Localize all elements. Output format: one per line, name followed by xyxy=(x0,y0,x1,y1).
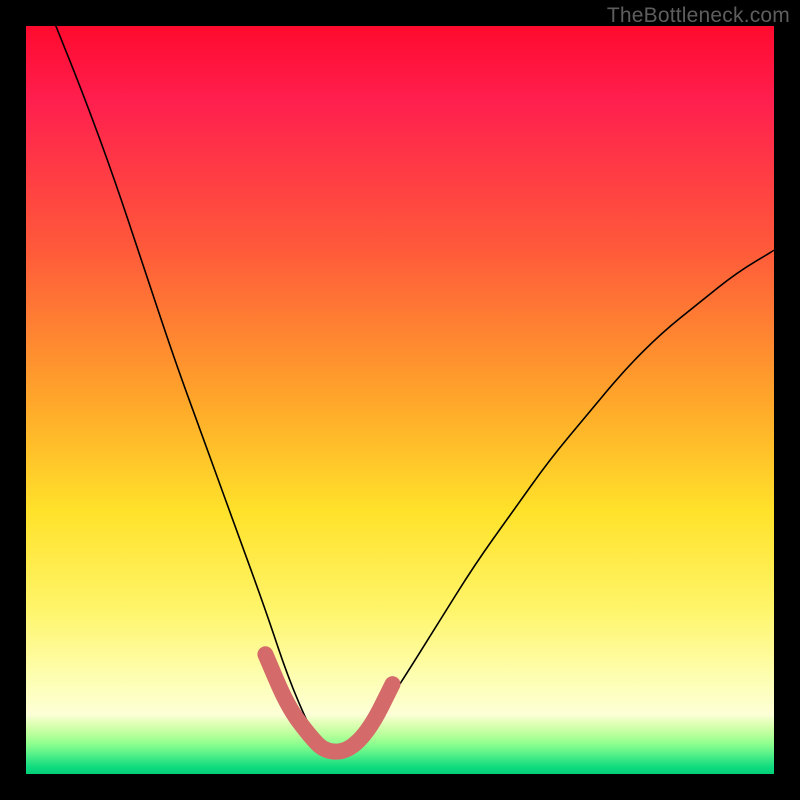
watermark-text: TheBottleneck.com xyxy=(607,4,790,28)
curve-layer xyxy=(26,26,774,774)
chart-stage: TheBottleneck.com xyxy=(0,0,800,800)
bottleneck-curve xyxy=(56,26,774,752)
optimal-range-highlight xyxy=(265,654,392,751)
plot-area xyxy=(26,26,774,774)
